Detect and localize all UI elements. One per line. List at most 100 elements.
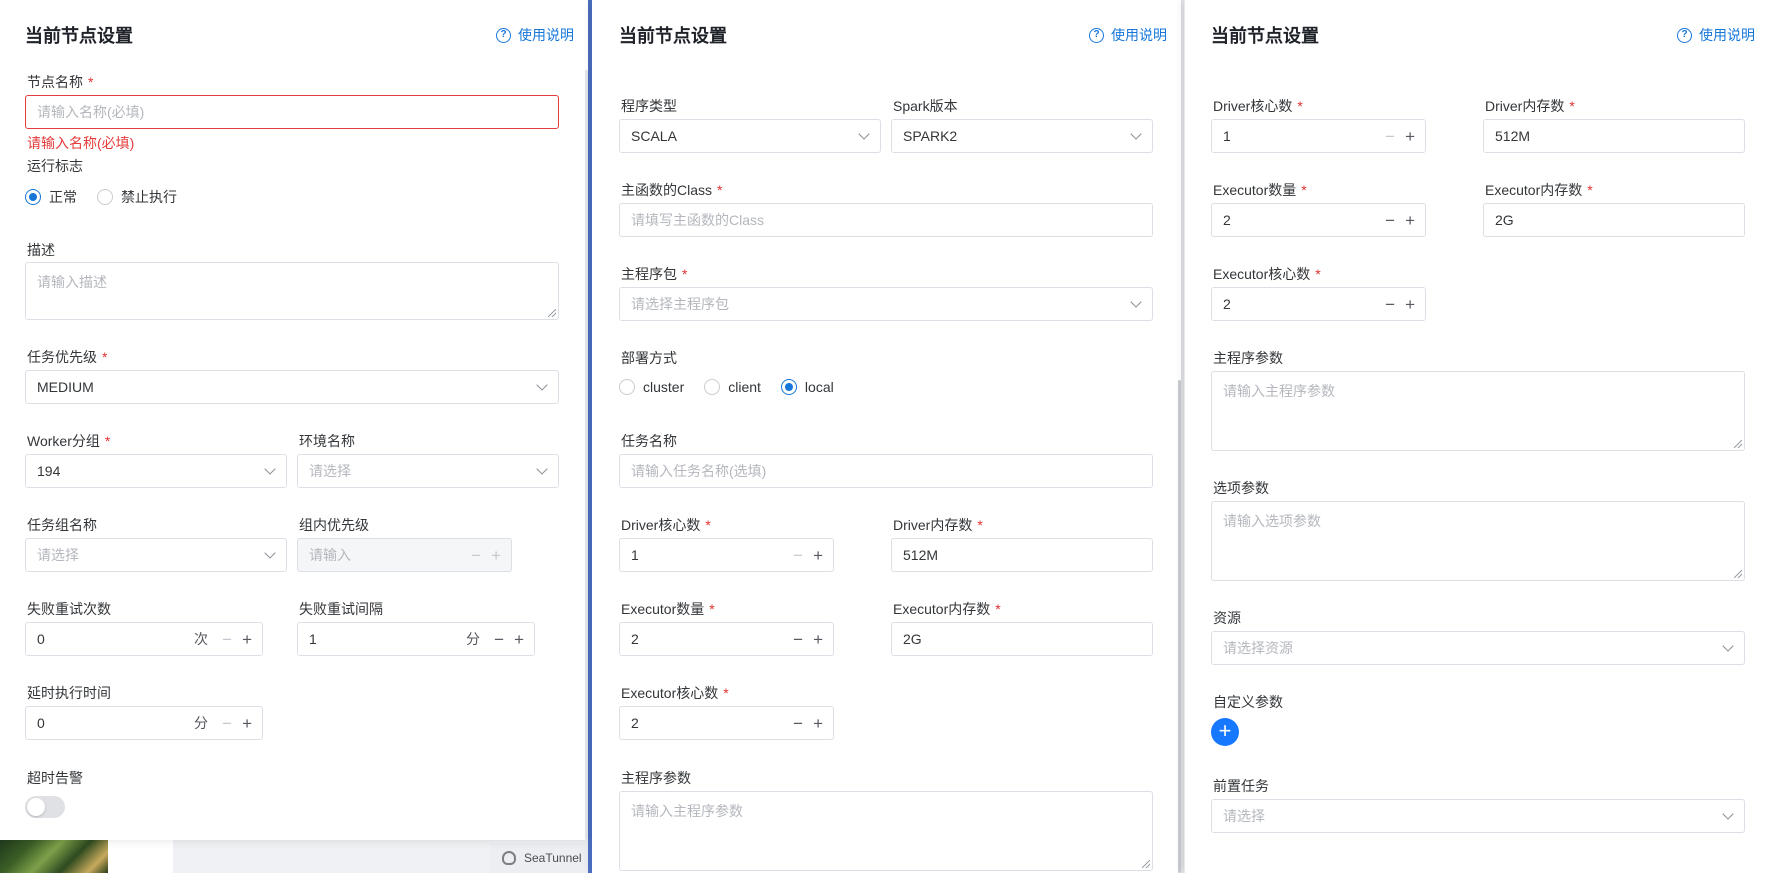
deploy-cluster-radio[interactable]: cluster bbox=[619, 379, 684, 395]
priority-label: 任务优先级 * bbox=[27, 349, 108, 365]
pre-tasks-label: 前置任务 bbox=[1213, 778, 1269, 794]
deploy-local-radio[interactable]: local bbox=[780, 379, 834, 395]
executor-count-stepper[interactable]: 2− + bbox=[619, 622, 834, 656]
panel-header: 当前节点设置 ? 使用说明 bbox=[592, 0, 1181, 66]
minus-icon: − bbox=[1385, 210, 1396, 230]
main-package-select[interactable]: 请选择主程序包 bbox=[619, 287, 1153, 321]
plus-icon: + bbox=[813, 545, 823, 565]
minus-icon: − bbox=[222, 713, 233, 733]
executor-cores-stepper[interactable]: 2− + bbox=[619, 706, 834, 740]
help-label: 使用说明 bbox=[1111, 27, 1167, 43]
plus-icon: + bbox=[1405, 294, 1415, 314]
description-label: 描述 bbox=[27, 242, 55, 258]
minus-icon: − bbox=[1385, 126, 1396, 146]
node-settings-panel-spark-advanced: 当前节点设置 ? 使用说明 Driver核心数 * 1− + Driver内存数 * … bbox=[1184, 0, 1769, 873]
task-group-label: 任务组名称 bbox=[27, 517, 97, 533]
timeout-alarm-label: 超时告警 bbox=[27, 770, 83, 786]
deploy-client-radio[interactable]: client bbox=[704, 379, 761, 395]
plus-icon: + bbox=[242, 629, 252, 649]
node-name-input[interactable]: 请输入名称(必填) bbox=[25, 95, 559, 129]
deploy-mode-radio-group: cluster client local bbox=[619, 379, 834, 395]
deploy-mode-label: 部署方式 bbox=[621, 350, 677, 366]
retry-times-stepper[interactable]: 0 次 − + bbox=[25, 622, 263, 656]
panel-title: 当前节点设置 bbox=[619, 26, 727, 46]
env-name-label: 环境名称 bbox=[299, 433, 355, 449]
executor-count-stepper[interactable]: 2− + bbox=[1211, 203, 1426, 237]
delay-time-stepper[interactable]: 0 分 − + bbox=[25, 706, 263, 740]
run-flag-forbid-radio[interactable]: 禁止执行 bbox=[97, 187, 177, 207]
plus-icon: + bbox=[813, 629, 823, 649]
scrollbar[interactable] bbox=[1178, 380, 1181, 873]
task-group-select[interactable]: 请选择 bbox=[25, 538, 287, 572]
question-icon: ? bbox=[496, 27, 511, 43]
main-args-textarea[interactable]: 请输入主程序参数 bbox=[619, 791, 1153, 871]
help-link[interactable]: ? 使用说明 bbox=[1089, 25, 1167, 45]
chevron-down-icon bbox=[536, 463, 548, 475]
custom-params-label: 自定义参数 bbox=[1213, 694, 1283, 710]
retry-interval-stepper[interactable]: 1 分 − + bbox=[297, 622, 535, 656]
background-photo bbox=[0, 840, 108, 873]
scrollbar[interactable] bbox=[585, 70, 588, 840]
minus-icon: − bbox=[793, 713, 804, 733]
retry-interval-label: 失败重试间隔 bbox=[299, 601, 383, 617]
run-flag-label: 运行标志 bbox=[27, 158, 83, 174]
minus-icon: − bbox=[471, 545, 482, 565]
spark-version-label: Spark版本 bbox=[893, 98, 958, 114]
driver-memory-label: Driver内存数 * bbox=[893, 517, 983, 533]
main-class-input[interactable]: 请填写主函数的Class bbox=[619, 203, 1153, 237]
driver-cores-stepper[interactable]: 1− + bbox=[1211, 119, 1426, 153]
driver-memory-input[interactable]: 512M bbox=[891, 538, 1153, 572]
main-args-textarea[interactable]: 请输入主程序参数 bbox=[1211, 371, 1745, 451]
timeout-alarm-toggle[interactable] bbox=[25, 796, 65, 818]
add-custom-param-button[interactable]: + bbox=[1211, 718, 1239, 746]
task-name-input[interactable]: 请输入任务名称(选填) bbox=[619, 454, 1153, 488]
executor-cores-stepper[interactable]: 2− + bbox=[1211, 287, 1426, 321]
plus-icon: + bbox=[813, 713, 823, 733]
plus-icon: + bbox=[514, 629, 524, 649]
driver-memory-input[interactable]: 512M bbox=[1483, 119, 1745, 153]
spark-version-select[interactable]: SPARK2 bbox=[891, 119, 1153, 153]
node-settings-panel-spark: 当前节点设置 ? 使用说明 程序类型 SCALA Spark版本 SPARK2 … bbox=[592, 0, 1181, 873]
driver-memory-label: Driver内存数 * bbox=[1485, 98, 1575, 114]
seatunnel-tab[interactable]: SeaTunnel bbox=[490, 843, 593, 873]
help-link[interactable]: ? 使用说明 bbox=[1677, 25, 1755, 45]
executor-count-label: Executor数量 * bbox=[621, 601, 715, 617]
chevron-down-icon bbox=[858, 128, 870, 140]
driver-cores-label: Driver核心数 * bbox=[621, 517, 711, 533]
seatunnel-tab-label: SeaTunnel bbox=[524, 851, 582, 865]
minus-icon: − bbox=[222, 629, 233, 649]
driver-cores-stepper[interactable]: 1− + bbox=[619, 538, 834, 572]
resources-select[interactable]: 请选择资源 bbox=[1211, 631, 1745, 665]
chevron-down-icon bbox=[1130, 128, 1142, 140]
description-textarea[interactable]: 请输入描述 bbox=[25, 262, 559, 320]
panel-header: 当前节点设置 ? 使用说明 bbox=[0, 0, 588, 66]
minus-icon: − bbox=[1385, 294, 1396, 314]
node-name-label: 节点名称 * bbox=[27, 74, 94, 90]
question-icon: ? bbox=[1089, 27, 1104, 43]
pre-tasks-select[interactable]: 请选择 bbox=[1211, 799, 1745, 833]
resources-label: 资源 bbox=[1213, 610, 1241, 626]
main-args-label: 主程序参数 bbox=[1213, 350, 1283, 366]
executor-memory-input[interactable]: 2G bbox=[891, 622, 1153, 656]
worker-group-select[interactable]: 194 bbox=[25, 454, 287, 488]
program-type-select[interactable]: SCALA bbox=[619, 119, 881, 153]
delay-time-label: 延时执行时间 bbox=[27, 685, 111, 701]
executor-memory-input[interactable]: 2G bbox=[1483, 203, 1745, 237]
minus-icon: − bbox=[793, 545, 804, 565]
plus-icon: + bbox=[1405, 210, 1415, 230]
minus-icon: − bbox=[793, 629, 804, 649]
executor-count-label: Executor数量 * bbox=[1213, 182, 1307, 198]
option-args-label: 选项参数 bbox=[1213, 480, 1269, 496]
group-priority-input[interactable]: 请输入 − + bbox=[297, 538, 512, 572]
seatunnel-icon bbox=[502, 851, 516, 865]
help-link[interactable]: ? 使用说明 bbox=[496, 25, 574, 45]
env-name-select[interactable]: 请选择 bbox=[297, 454, 559, 488]
option-args-textarea[interactable]: 请输入选项参数 bbox=[1211, 501, 1745, 581]
run-flag-normal-radio[interactable]: 正常 bbox=[25, 187, 77, 207]
chevron-down-icon bbox=[1722, 808, 1734, 820]
priority-select[interactable]: MEDIUM bbox=[25, 370, 559, 404]
retry-times-label: 失败重试次数 bbox=[27, 601, 111, 617]
plus-icon: + bbox=[491, 545, 501, 565]
driver-cores-label: Driver核心数 * bbox=[1213, 98, 1303, 114]
chevron-down-icon bbox=[264, 463, 276, 475]
